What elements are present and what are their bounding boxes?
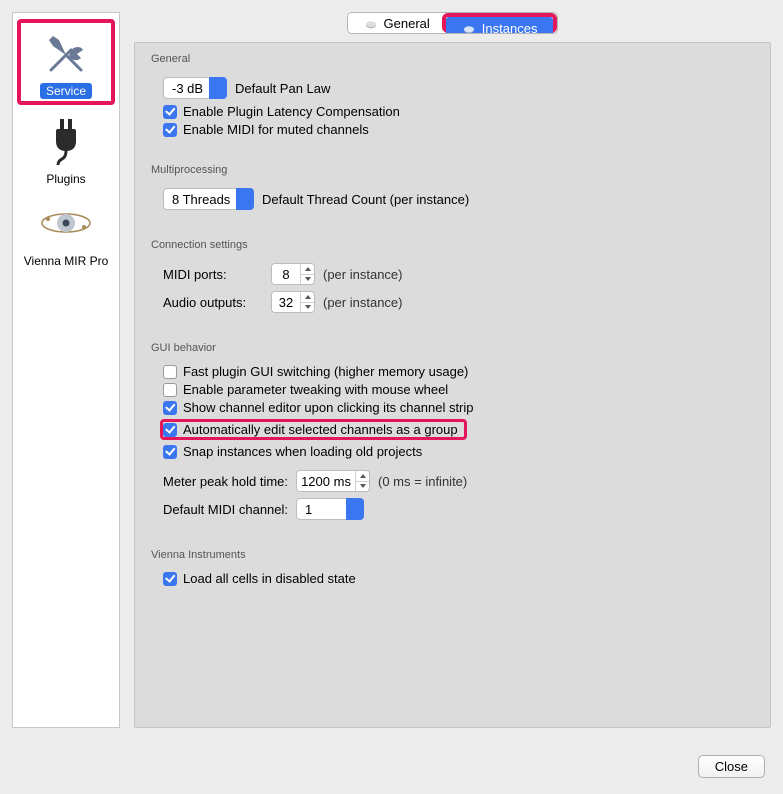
- checkbox-label: Enable Plugin Latency Compensation: [183, 104, 400, 119]
- tab-label: Instances: [482, 21, 538, 35]
- section-header-general: General: [151, 43, 754, 72]
- checkbox-midi-muted[interactable]: [163, 123, 177, 137]
- thread-count-select[interactable]: 8 Threads: [163, 188, 254, 210]
- checkbox-snap-instances[interactable]: [163, 445, 177, 459]
- sidebar-item-label: Plugins: [40, 171, 91, 187]
- sidebar-item-vienna-mir-pro[interactable]: Vienna MIR Pro: [17, 197, 115, 269]
- default-midi-channel-select[interactable]: 1: [296, 498, 364, 520]
- checkbox-label: Fast plugin GUI switching (higher memory…: [183, 364, 468, 379]
- step-down[interactable]: [301, 302, 314, 313]
- section-header-multiprocessing: Multiprocessing: [151, 154, 754, 183]
- step-up[interactable]: [301, 292, 314, 302]
- section-header-gui: GUI behavior: [151, 332, 754, 361]
- gear-icon: [364, 18, 378, 28]
- sidebar-item-service[interactable]: Service: [17, 19, 115, 105]
- midi-ports-suffix: (per instance): [323, 267, 402, 282]
- checkbox-label: Show channel editor upon clicking its ch…: [183, 400, 474, 415]
- settings-panel: General -3 dB Default Pan Law Enable Plu…: [134, 42, 771, 728]
- checkbox-label: Automatically edit selected channels as …: [183, 422, 458, 437]
- sidebar-item-label: Vienna MIR Pro: [18, 253, 115, 269]
- meter-peak-spinner[interactable]: [296, 470, 370, 492]
- meter-peak-label: Meter peak hold time:: [163, 474, 288, 489]
- default-midi-channel-label: Default MIDI channel:: [163, 502, 288, 517]
- section-header-vienna-instruments: Vienna Instruments: [151, 539, 754, 568]
- tab-bar: General Instances: [134, 12, 771, 34]
- audio-outputs-spinner[interactable]: [271, 291, 315, 313]
- thread-count-label: Default Thread Count (per instance): [262, 192, 469, 207]
- checkbox-load-disabled[interactable]: [163, 572, 177, 586]
- checkbox-label: Load all cells in disabled state: [183, 571, 356, 586]
- midi-ports-spinner[interactable]: [271, 263, 315, 285]
- checkbox-param-tweaking[interactable]: [163, 383, 177, 397]
- checkbox-show-channel-editor[interactable]: [163, 401, 177, 415]
- instances-icon: [462, 23, 476, 33]
- midi-ports-label: MIDI ports:: [163, 267, 263, 282]
- step-up[interactable]: [356, 471, 369, 481]
- checkbox-fast-switching[interactable]: [163, 365, 177, 379]
- step-down[interactable]: [356, 481, 369, 492]
- plug-icon: [37, 115, 95, 167]
- audio-outputs-input[interactable]: [272, 292, 300, 312]
- checkbox-auto-edit-group[interactable]: [163, 423, 177, 437]
- checkbox-plugin-latency[interactable]: [163, 105, 177, 119]
- checkbox-label: Enable MIDI for muted channels: [183, 122, 369, 137]
- meter-peak-suffix: (0 ms = infinite): [378, 474, 467, 489]
- section-header-connection: Connection settings: [151, 229, 754, 258]
- midi-ports-input[interactable]: [272, 264, 300, 284]
- step-down[interactable]: [301, 274, 314, 285]
- pan-law-label: Default Pan Law: [235, 81, 330, 96]
- tab-instances[interactable]: Instances: [446, 17, 554, 34]
- vienna-mir-icon: [37, 197, 95, 249]
- step-up[interactable]: [301, 264, 314, 274]
- tab-general[interactable]: General: [348, 13, 446, 33]
- checkbox-label: Snap instances when loading old projects: [183, 444, 422, 459]
- service-icon: [37, 27, 95, 79]
- tab-label: General: [384, 16, 430, 31]
- sidebar-item-plugins[interactable]: Plugins: [17, 115, 115, 187]
- close-button[interactable]: Close: [698, 755, 765, 778]
- audio-outputs-suffix: (per instance): [323, 295, 402, 310]
- sidebar: Service Plugins: [12, 12, 120, 728]
- checkbox-label: Enable parameter tweaking with mouse whe…: [183, 382, 448, 397]
- audio-outputs-label: Audio outputs:: [163, 295, 263, 310]
- sidebar-item-label: Service: [40, 83, 92, 99]
- meter-peak-input[interactable]: [297, 471, 355, 491]
- content-area: General Instances General: [134, 12, 771, 728]
- pan-law-select[interactable]: -3 dB: [163, 77, 227, 99]
